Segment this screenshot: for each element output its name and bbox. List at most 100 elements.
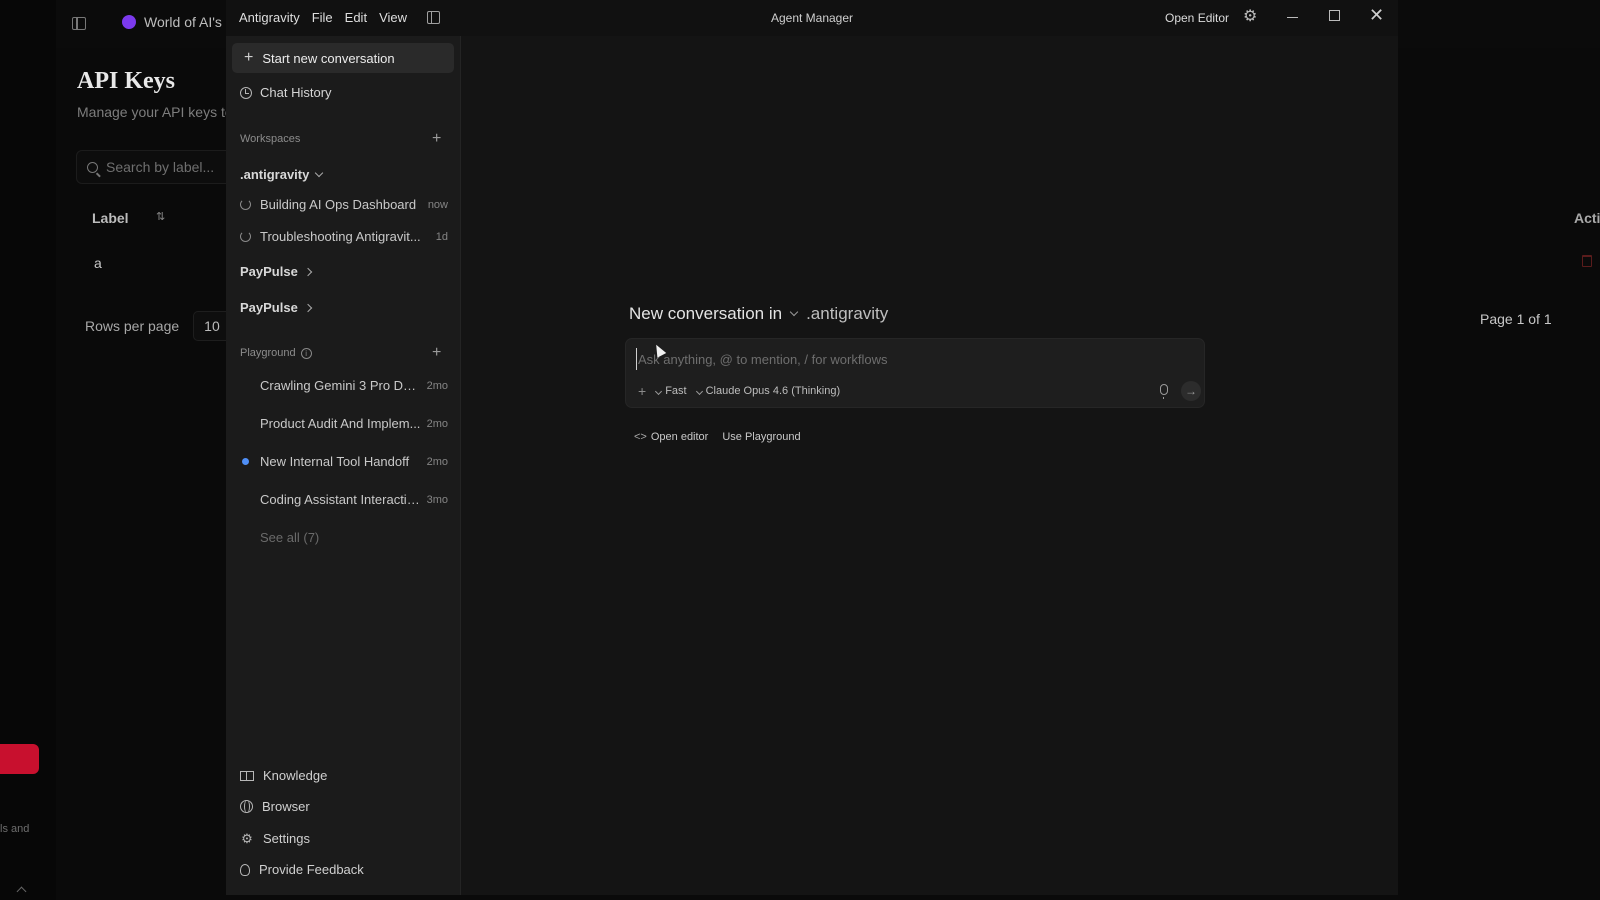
sidebar-toggle-icon[interactable]: [72, 17, 86, 30]
playground-item[interactable]: Coding Assistant Interactio... 3mo: [240, 492, 448, 507]
new-conversation-heading: New conversation in .antigravity: [629, 304, 888, 324]
page-title: API Keys: [77, 68, 175, 94]
red-action-button[interactable]: [0, 744, 39, 774]
message-composer: + Fast Claude Opus 4.6 (Thinking) →: [625, 338, 1205, 408]
table-cell-label: a: [94, 255, 102, 271]
mode-selector[interactable]: Fast: [655, 385, 687, 397]
rows-per-page: Rows per page 10: [85, 311, 231, 341]
menu-view[interactable]: View: [379, 10, 407, 25]
conversation-time: 1d: [435, 230, 448, 243]
start-new-conversation-button[interactable]: + Start new conversation: [232, 43, 454, 73]
page-subtitle: Manage your API keys to: [77, 104, 233, 120]
conversation-item[interactable]: Building AI Ops Dashboard now: [240, 197, 448, 212]
globe-icon: [240, 800, 253, 813]
provide-feedback-label: Provide Feedback: [259, 862, 364, 877]
sidebar: + Start new conversation Chat History Wo…: [226, 36, 461, 895]
workspace-selector[interactable]: .antigravity: [806, 304, 888, 324]
menu-edit[interactable]: Edit: [345, 10, 367, 25]
menu-file[interactable]: File: [312, 10, 333, 25]
send-button[interactable]: →: [1181, 381, 1201, 401]
tab-favicon-icon: [122, 15, 136, 29]
chevron-down-icon: [655, 387, 663, 396]
chat-history-button[interactable]: Chat History: [240, 85, 332, 100]
search-icon: [87, 161, 98, 173]
browser-button[interactable]: Browser: [240, 799, 310, 814]
start-new-conversation-label: Start new conversation: [262, 50, 395, 66]
playground-label: Playground: [240, 347, 296, 359]
conversation-item[interactable]: Troubleshooting Antigravit... 1d: [240, 229, 448, 244]
code-icon: <>: [634, 431, 647, 443]
workspace-antigravity[interactable]: .antigravity: [240, 167, 324, 182]
open-editor-button[interactable]: Open Editor: [1165, 11, 1229, 25]
maximize-icon[interactable]: [1329, 10, 1340, 21]
model-label: Claude Opus 4.6 (Thinking): [705, 385, 841, 397]
gear-icon: ⚙: [241, 830, 253, 846]
loading-spinner-icon: [240, 231, 251, 242]
settings-label: Settings: [263, 831, 310, 846]
provide-feedback-button[interactable]: Provide Feedback: [240, 862, 364, 877]
minimize-icon[interactable]: [1287, 17, 1298, 19]
microphone-icon[interactable]: [1160, 384, 1168, 399]
composer-links: <> Open editor Use Playground: [634, 431, 801, 443]
toggle-sidebar-icon[interactable]: [427, 11, 440, 24]
loading-spinner-icon: [240, 199, 251, 210]
add-workspace-icon[interactable]: +: [432, 131, 441, 147]
table-header-actions: Acti: [1574, 210, 1600, 226]
open-editor-link[interactable]: <> Open editor: [634, 431, 708, 443]
see-all-link[interactable]: See all (7): [260, 530, 319, 545]
chevron-right-icon: [303, 267, 313, 276]
heading-prefix: New conversation in: [629, 304, 783, 323]
playground-heading: Playground i: [240, 347, 312, 359]
pagination-status: Page 1 of 1: [1480, 311, 1552, 327]
lightbulb-icon: [240, 863, 250, 876]
open-editor-label: Open editor: [650, 431, 709, 443]
book-icon: [240, 770, 254, 781]
search-placeholder: Search by label...: [106, 159, 215, 175]
conversation-title: Building AI Ops Dashboard: [260, 197, 417, 212]
settings-button[interactable]: ⚙ Settings: [240, 831, 310, 846]
chevron-down-icon[interactable]: [789, 307, 799, 317]
background-side-text: ls and: [0, 823, 30, 835]
sort-icon[interactable]: ⇅: [156, 210, 165, 223]
chevron-down-icon: [695, 387, 703, 396]
unread-dot-icon: [242, 458, 249, 465]
composer-toolbar: + Fast Claude Opus 4.6 (Thinking): [638, 384, 840, 398]
conversation-time: 2mo: [426, 455, 448, 468]
title-bar: Antigravity File Edit View Agent Manager…: [226, 0, 1398, 36]
gear-icon[interactable]: ⚙: [1243, 9, 1257, 25]
workspace-paypulse[interactable]: PayPulse: [240, 264, 313, 279]
add-context-icon[interactable]: +: [638, 384, 646, 398]
menu-antigravity[interactable]: Antigravity: [239, 10, 300, 25]
close-icon[interactable]: ✕: [1369, 6, 1384, 24]
model-selector[interactable]: Claude Opus 4.6 (Thinking): [695, 385, 841, 397]
chat-history-label: Chat History: [260, 85, 332, 100]
add-playground-icon[interactable]: +: [432, 345, 441, 361]
workspace-name: .antigravity: [240, 167, 310, 182]
agent-manager-window: Antigravity File Edit View Agent Manager…: [226, 0, 1398, 895]
browser-tab[interactable]: World of AI's: [122, 14, 222, 30]
delete-icon[interactable]: [1582, 255, 1592, 267]
workspace-paypulse[interactable]: PayPulse: [240, 300, 313, 315]
conversation-title: New Internal Tool Handoff: [260, 454, 410, 469]
info-icon[interactable]: i: [300, 347, 312, 359]
main-panel: New conversation in .antigravity + Fast …: [462, 36, 1398, 895]
table-header-label[interactable]: Label: [92, 210, 129, 226]
conversation-title: Troubleshooting Antigravit...: [260, 229, 421, 244]
workspaces-label: Workspaces: [240, 133, 301, 145]
conversation-title: Crawling Gemini 3 Pro Docs: [260, 378, 423, 393]
conversation-time: 2mo: [426, 379, 448, 392]
rows-per-page-label: Rows per page: [85, 318, 180, 334]
workspace-name: PayPulse: [240, 300, 298, 315]
conversation-time: 3mo: [426, 493, 448, 506]
browser-tab-title: World of AI's: [144, 14, 222, 30]
knowledge-button[interactable]: Knowledge: [240, 768, 327, 783]
search-input[interactable]: Search by label...: [76, 150, 236, 184]
message-input[interactable]: [636, 348, 1176, 370]
playground-item[interactable]: New Internal Tool Handoff 2mo: [240, 454, 448, 469]
use-playground-link[interactable]: Use Playground: [722, 431, 800, 443]
workspaces-heading: Workspaces: [240, 133, 300, 145]
playground-item[interactable]: Product Audit And Implem... 2mo: [240, 416, 448, 431]
chevron-right-icon: [303, 303, 313, 312]
playground-item[interactable]: Crawling Gemini 3 Pro Docs 2mo: [240, 378, 448, 393]
conversation-title: Product Audit And Implem...: [260, 416, 421, 431]
